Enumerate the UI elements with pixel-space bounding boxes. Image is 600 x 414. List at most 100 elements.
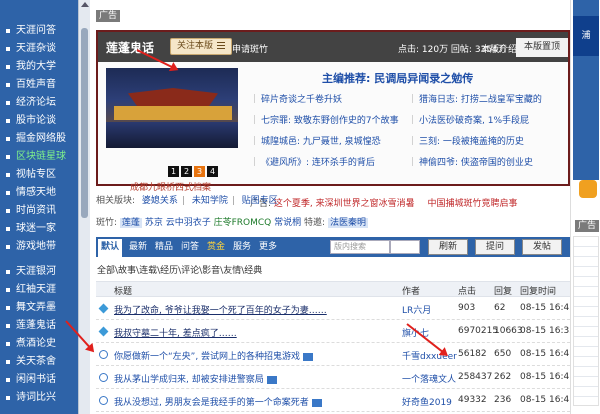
recommend-link[interactable]: 三刻: 一段被掩盖掩的历史 xyxy=(408,134,524,147)
list-tab[interactable]: 服务 xyxy=(230,237,254,257)
sidebar-item[interactable]: 煮酒论史 xyxy=(0,335,90,353)
follow-board-button[interactable]: 关注本版 xyxy=(170,38,233,55)
category-filter[interactable]: 全部\故事\连载\经历\评论\影音\友情\经典 xyxy=(97,263,262,276)
apply-moderator-link[interactable]: 申请斑竹 xyxy=(232,42,268,55)
post-replies: 62 xyxy=(494,303,506,313)
photo-page-button[interactable]: 4 xyxy=(207,166,218,177)
sidebar-item[interactable]: 经济论坛 xyxy=(0,94,90,112)
sidebar-item[interactable]: 天涯问答 xyxy=(0,22,90,40)
post-author-link[interactable]: LR六月 xyxy=(402,303,431,316)
featured-photo[interactable] xyxy=(106,68,238,148)
post-title-link[interactable]: 我从没想过, 男朋友会是我经手的第一个命案死者 xyxy=(114,395,322,408)
ask-button[interactable]: 提问 xyxy=(475,239,515,255)
photo-page-button[interactable]: 3 xyxy=(194,166,205,177)
sidebar-item[interactable]: 天涯杂谈 xyxy=(0,40,90,58)
col-time: 回复时间 xyxy=(520,287,557,297)
sidebar-item[interactable]: 游戏地带 xyxy=(0,238,90,256)
sidebar-item[interactable]: 区块链星球 xyxy=(0,148,90,166)
post-title-link[interactable]: 我为了改命, 爷爷让我娶一个死了百年的女子为妻…… xyxy=(114,303,327,316)
list-tab[interactable]: 最新 xyxy=(126,237,150,257)
board-ad-link-2[interactable]: 中国捕城斑竹竞聘启事 xyxy=(428,199,518,209)
sidebar-item[interactable]: 掘金网络股 xyxy=(0,130,90,148)
ad-tag: 广告 xyxy=(96,10,121,22)
pagoda-roof-shape xyxy=(128,88,218,106)
board-intro-link[interactable]: 本版介绍 xyxy=(481,42,517,55)
question-icon xyxy=(99,373,108,382)
table-row[interactable]: 我为了改命, 爷爷让我娶一个死了百年的女子为妻…… LR六月 903 62 08-15 … xyxy=(96,298,575,320)
col-replies: 回复 xyxy=(494,287,513,297)
col-title: 标题 xyxy=(114,287,133,297)
table-row[interactable]: 我叔守墓二十年, 差点疯了…… 旗小七 6970215 10663 08-15 16:3… xyxy=(96,321,575,343)
recommend-link[interactable]: 《避风所》: 连环杀手的背后 xyxy=(250,155,375,168)
moderator-link[interactable]: 莲蓬 xyxy=(119,218,142,228)
recommend-link[interactable]: 城隍城邑: 九尸聂世, 泉城惶恐 xyxy=(250,134,381,147)
sidebar-item[interactable]: 视帖专区 xyxy=(0,166,90,184)
sidebar-item[interactable]: 股市论谈 xyxy=(0,112,90,130)
recommend-link[interactable]: 小法医砂破奇案, 1%手段屁 xyxy=(408,113,529,126)
moderator-link[interactable]: 常说桐 xyxy=(274,218,301,228)
table-row[interactable]: 你愿做新一个“左央”, 尝试网上的各种招鬼游戏 千雪dxxueer 56182 650… xyxy=(96,344,575,366)
sidebar-item[interactable]: 情感天地 xyxy=(0,184,90,202)
bridge-shape xyxy=(114,106,232,120)
list-tab[interactable]: 默认 xyxy=(98,239,123,257)
board-ad-link-1[interactable]: 这个夏季, 来深圳世界之窗冰雪消暑 xyxy=(274,199,415,209)
list-tab[interactable]: 精品 xyxy=(152,237,176,257)
follow-label: 关注本版 xyxy=(177,41,214,51)
col-clicks: 点击 xyxy=(458,287,477,297)
post-title-text: 我从茅山学成归来, 却被安排进警察局 xyxy=(114,375,264,385)
moderator-link[interactable]: 云中羽衣子 xyxy=(166,218,211,228)
list-tab[interactable]: 赏金 xyxy=(204,237,228,257)
sidebar-item[interactable]: 百姓声音 xyxy=(0,76,90,94)
related-label: 相关版块: xyxy=(96,196,136,206)
scrollbar-thumb[interactable] xyxy=(81,28,88,218)
post-author-link[interactable]: 一个落魂文人 xyxy=(402,372,456,385)
post-replies: 650 xyxy=(494,349,512,359)
refresh-button[interactable]: 刷新 xyxy=(428,239,468,255)
post-author-link[interactable]: 好奇鱼2019 xyxy=(402,395,452,408)
left-sidebar: 天涯问答 天涯杂谈 我的大学 百姓声音 经济论坛 股市论谈 掘金网络股 区块链星球 视帖专区 情感… xyxy=(0,0,90,414)
related-link[interactable]: 婆媳关系 xyxy=(142,196,178,206)
post-title-link[interactable]: 我叔守墓二十年, 差点疯了…… xyxy=(114,326,237,339)
question-icon xyxy=(99,396,108,405)
right-banner-text[interactable]: 浦 xyxy=(573,16,599,56)
post-title-link[interactable]: 你愿做新一个“左央”, 尝试网上的各种招鬼游戏 xyxy=(114,349,314,362)
special-label: 特邀: xyxy=(304,218,326,228)
sidebar-item[interactable]: 红袖天涯 xyxy=(0,281,90,299)
moderator-link[interactable]: 苏京 xyxy=(145,218,163,228)
list-tab[interactable]: 问答 xyxy=(178,237,202,257)
sidebar-item[interactable]: 舞文弄墨 xyxy=(0,299,90,317)
photo-caption[interactable]: 成都九眼桥西式档案 xyxy=(130,180,211,193)
recommend-link[interactable]: 猎海日志: 打捞二战皇军宝藏的 xyxy=(408,92,542,105)
right-ad-tag: 广告 xyxy=(575,220,600,232)
sidebar-item[interactable]: 诗词比兴 xyxy=(0,389,90,407)
post-button[interactable]: 发帖 xyxy=(522,239,562,255)
scroll-up-arrow-icon[interactable] xyxy=(81,2,89,7)
tiger-icon[interactable] xyxy=(579,180,597,198)
photo-page-button[interactable]: 2 xyxy=(181,166,192,177)
recommend-link[interactable]: 神偷四爷: 侠盗帝国的创业史 xyxy=(408,155,533,168)
sidebar-item[interactable]: 我的大学 xyxy=(0,58,90,76)
sidebar-item[interactable]: 时尚资讯 xyxy=(0,202,90,220)
table-row[interactable]: 我从茅山学成归来, 却被安排进警察局 一个落魂文人 258437 262 08-15 1… xyxy=(96,367,575,389)
pinned-button[interactable]: 本版置顶 xyxy=(516,38,568,57)
moderator-link[interactable]: 庄苓FROMCQ xyxy=(214,218,272,228)
diamond-icon xyxy=(98,326,109,337)
editor-recommend-title[interactable]: 主编推荐: 民调局异闻录之勉传 xyxy=(322,70,473,86)
sidebar-item[interactable]: 天涯银河 xyxy=(0,263,90,281)
right-ad-strip: 浦 广告 xyxy=(570,0,600,414)
sidebar-item[interactable]: 关天茶舍 xyxy=(0,353,90,371)
search-scope-select[interactable] xyxy=(390,240,420,254)
list-tab[interactable]: 更多 xyxy=(256,237,280,257)
board-search-input[interactable]: 版内搜索 xyxy=(330,240,390,254)
recommend-link[interactable]: 七宗罪: 致敬东野创作史的7个故事 xyxy=(250,113,399,126)
recommend-link[interactable]: 碎片奇谈之千卷升妖 xyxy=(250,92,342,105)
sidebar-item[interactable]: 球迷一家 xyxy=(0,220,90,238)
sidebar-item[interactable]: 闲闲书话 xyxy=(0,371,90,389)
special-guest-link[interactable]: 法医秦明 xyxy=(327,218,368,228)
related-link[interactable]: 未知学院 xyxy=(192,196,228,206)
related-link[interactable]: 贴图专区 xyxy=(242,196,278,206)
post-title-link[interactable]: 我从茅山学成归来, 却被安排进警察局 xyxy=(114,372,277,385)
photo-page-button[interactable]: 1 xyxy=(168,166,179,177)
table-row[interactable]: 我从没想过, 男朋友会是我经手的第一个命案死者 好奇鱼2019 49332 236 08… xyxy=(96,390,575,412)
post-title-text: 我为了改命, 爷爷让我娶一个死了百年的女子为妻…… xyxy=(114,306,327,316)
